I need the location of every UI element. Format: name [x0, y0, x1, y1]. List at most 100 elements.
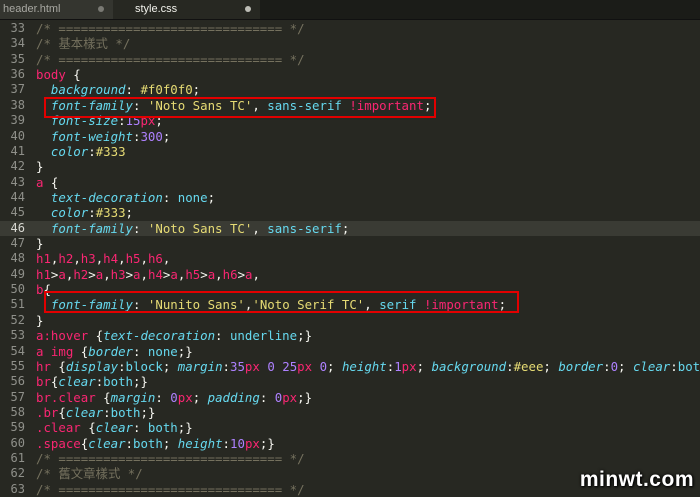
- code-token: ;}: [177, 343, 193, 359]
- code-line-49[interactable]: 49 h1>a,h2>a,h3>a,h4>a,h5>a,h6>a,: [0, 267, 700, 282]
- line-number: 59: [10, 420, 25, 435]
- code-line-60[interactable]: 60 .space{clear:both; height:10px;}: [0, 436, 700, 451]
- line-number: 57: [10, 389, 25, 404]
- code-line-53[interactable]: 53 a:hover {text-decoration: underline;}: [0, 328, 700, 343]
- code-text: body {: [36, 67, 81, 82]
- code-token: h5: [125, 251, 141, 267]
- code-token: ;}: [259, 435, 275, 451]
- code-line-40[interactable]: 40 font-weight:300;: [0, 129, 700, 144]
- code-token: h6: [147, 251, 163, 267]
- code-token: h4: [147, 266, 163, 282]
- line-number: 63: [10, 481, 25, 496]
- code-token: margin: [110, 389, 156, 405]
- line-number: 60: [10, 435, 25, 450]
- code-token: 0: [267, 358, 275, 374]
- tab-close-dot-icon[interactable]: [245, 6, 251, 12]
- code-line-34[interactable]: 34 /* 基本樣式 */: [0, 36, 700, 51]
- code-text: a:hover {text-decoration: underline;}: [36, 328, 312, 343]
- code-token: ;: [341, 220, 350, 236]
- line-number: 61: [10, 451, 25, 466]
- code-text: h1,h2,h3,h4,h5,h6,: [36, 251, 170, 266]
- line-number: 41: [10, 143, 25, 158]
- code-token: clear: [65, 404, 104, 420]
- code-text: a {: [36, 175, 58, 190]
- code-token: h1: [36, 251, 51, 267]
- line-number: 53: [10, 328, 25, 343]
- line-number: 49: [10, 266, 25, 281]
- code-token: :: [215, 328, 230, 344]
- code-line-56[interactable]: 56 br{clear:both;}: [0, 374, 700, 389]
- code-token: a: [245, 266, 253, 282]
- code-token: ,: [140, 266, 148, 282]
- code-line-33[interactable]: 33 /* ============================== */: [0, 21, 700, 36]
- code-token: 35: [230, 358, 245, 374]
- tab-bar: header.html style.css: [0, 0, 700, 20]
- code-text: hr {display:block; margin:35px 0 25px 0;…: [36, 359, 700, 374]
- code-token: h2: [58, 251, 74, 267]
- code-text: /* ============================== */: [36, 21, 305, 36]
- code-token: :: [222, 435, 231, 451]
- code-token: {: [95, 389, 111, 405]
- code-text: }: [36, 159, 43, 174]
- code-token: ;: [162, 358, 178, 374]
- code-token: both: [133, 435, 163, 451]
- code-line-42[interactable]: 42}: [0, 159, 700, 174]
- code-line-54[interactable]: 54 a img {border: none;}: [0, 344, 700, 359]
- code-token: background: [431, 358, 507, 374]
- line-number: 52: [10, 312, 25, 327]
- code-token: color: [50, 205, 89, 221]
- code-line-41[interactable]: 41 color:#333: [0, 144, 700, 159]
- code-token: {: [80, 420, 96, 436]
- code-token: >: [125, 266, 134, 282]
- code-token: ,: [73, 251, 81, 267]
- code-token: ,: [118, 251, 126, 267]
- tab-style-css[interactable]: style.css: [113, 0, 260, 19]
- code-line-52[interactable]: 52}: [0, 313, 700, 328]
- code-line-58[interactable]: 58 .br{clear:both;}: [0, 405, 700, 420]
- line-number: 33: [10, 21, 25, 35]
- code-line-55[interactable]: 55 hr {display:block; margin:35px 0 25px …: [0, 359, 700, 374]
- code-line-46[interactable]: 46 font-family: 'Noto Sans TC', sans-ser…: [0, 220, 700, 237]
- code-token: }: [36, 159, 44, 175]
- code-token: .clear: [36, 420, 81, 436]
- code-token: >: [237, 266, 246, 282]
- code-line-61[interactable]: 61 /* ============================== */: [0, 451, 700, 466]
- code-token: :: [222, 358, 230, 374]
- code-token: h6: [222, 266, 238, 282]
- code-line-37[interactable]: 37 background: #f0f0f0;: [0, 82, 700, 97]
- code-line-45[interactable]: 45 color:#333;: [0, 205, 700, 220]
- code-token: a: [133, 266, 141, 282]
- code-line-44[interactable]: 44 text-decoration: none;: [0, 190, 700, 205]
- line-number: 50: [10, 282, 25, 297]
- code-token: 'Noto Sans TC': [147, 220, 253, 236]
- code-token: ;: [618, 358, 633, 374]
- code-token: :: [603, 358, 611, 374]
- line-number: 58: [10, 404, 25, 419]
- code-editor[interactable]: 33 /* ============================== */34…: [0, 21, 700, 497]
- code-token: :: [155, 389, 171, 405]
- code-line-47[interactable]: 47}: [0, 236, 700, 251]
- code-token: /* 舊文章樣式 */: [36, 466, 143, 482]
- code-token: ,: [215, 266, 223, 282]
- code-token: font-weight: [50, 128, 133, 144]
- code-line-43[interactable]: 43 a {: [0, 175, 700, 190]
- line-number: 38: [10, 97, 25, 112]
- code-text: text-decoration: none;: [36, 190, 215, 205]
- code-token: :: [88, 205, 96, 221]
- code-line-59[interactable]: 59 .clear {clear: both;}: [0, 420, 700, 435]
- code-token: ,: [252, 266, 260, 282]
- line-number: 36: [10, 67, 25, 82]
- tab-close-dot-icon[interactable]: [98, 6, 104, 12]
- code-line-48[interactable]: 48 h1,h2,h3,h4,h5,h6,: [0, 251, 700, 266]
- line-number: 56: [10, 374, 25, 389]
- code-line-57[interactable]: 57 br.clear {margin: 0px; padding: 0px;}: [0, 390, 700, 405]
- tab-header-html[interactable]: header.html: [0, 0, 113, 19]
- code-token: /* ============================== */: [36, 51, 305, 67]
- code-text: a img {border: none;}: [36, 344, 193, 359]
- highlight-box-line-51: [44, 291, 519, 313]
- code-line-36[interactable]: 36 body {: [0, 67, 700, 82]
- code-line-35[interactable]: 35 /* ============================== */: [0, 52, 700, 67]
- code-token: {: [58, 404, 66, 420]
- code-token: px: [401, 358, 417, 374]
